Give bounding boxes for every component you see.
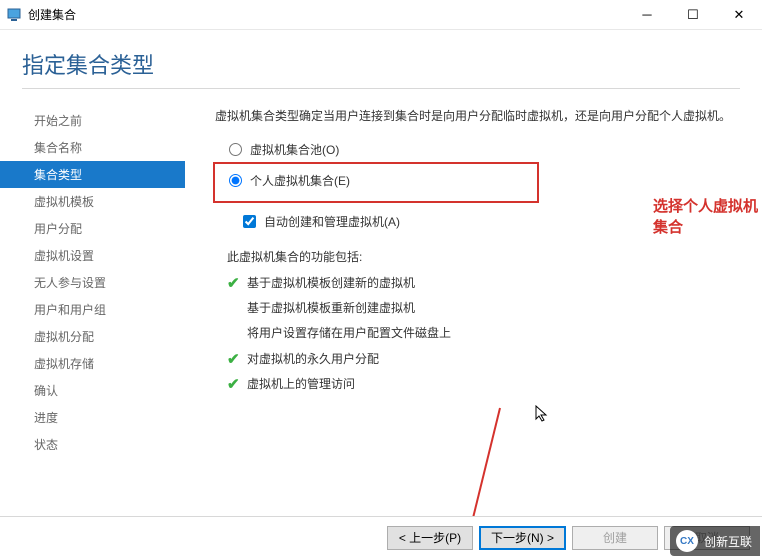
sidebar-step[interactable]: 虚拟机设置 — [0, 242, 185, 269]
window-controls: ─ ☐ ✕ — [624, 0, 762, 30]
auto-create-label: 自动创建和管理虚拟机(A) — [264, 213, 400, 230]
sidebar-step[interactable]: 无人参与设置 — [0, 269, 185, 296]
minimize-button[interactable]: ─ — [624, 0, 670, 30]
window-title: 创建集合 — [28, 6, 624, 23]
feature-item: ✔基于虚拟机模板创建新的虚拟机 — [227, 271, 742, 296]
page-title: 指定集合类型 — [22, 48, 740, 80]
feature-text: 基于虚拟机模板重新创建虚拟机 — [247, 299, 415, 318]
radio-personal[interactable] — [229, 174, 242, 187]
sidebar-step[interactable]: 确认 — [0, 377, 185, 404]
collection-type-radio-group: 虚拟机集合池(O) 个人虚拟机集合(E) — [215, 137, 742, 203]
features-title: 此虚拟机集合的功能包括: — [227, 248, 742, 265]
close-button[interactable]: ✕ — [716, 0, 762, 30]
feature-text: 将用户设置存储在用户配置文件磁盘上 — [247, 324, 451, 343]
sidebar-step[interactable]: 用户和用户组 — [0, 296, 185, 323]
wizard-footer: < 上一步(P) 下一步(N) > 创建 取消 — [0, 516, 762, 558]
check-icon: ✔ — [227, 351, 247, 369]
sidebar-step[interactable]: 状态 — [0, 431, 185, 458]
instruction-annotation: 选择个人虚拟机集合 — [653, 195, 762, 237]
check-icon: ✔ — [227, 376, 247, 394]
feature-text: 基于虚拟机模板创建新的虚拟机 — [247, 274, 415, 293]
wizard-steps-sidebar: 开始之前集合名称集合类型虚拟机模板用户分配虚拟机设置无人参与设置用户和用户组虚拟… — [0, 99, 185, 515]
sidebar-step[interactable]: 虚拟机模板 — [0, 188, 185, 215]
feature-text: 虚拟机上的管理访问 — [247, 375, 355, 394]
header-divider — [22, 88, 740, 89]
feature-item: 基于虚拟机模板重新创建虚拟机 — [227, 296, 742, 321]
sidebar-step[interactable]: 集合类型 — [0, 161, 185, 188]
feature-list: ✔基于虚拟机模板创建新的虚拟机基于虚拟机模板重新创建虚拟机将用户设置存储在用户配… — [227, 271, 742, 397]
feature-item: 将用户设置存储在用户配置文件磁盘上 — [227, 321, 742, 346]
check-icon: ✔ — [227, 275, 247, 293]
feature-text: 对虚拟机的永久用户分配 — [247, 350, 379, 369]
titlebar: 创建集合 ─ ☐ ✕ — [0, 0, 762, 30]
wizard-header: 指定集合类型 — [0, 30, 762, 99]
feature-item: ✔对虚拟机的永久用户分配 — [227, 347, 742, 372]
sidebar-step[interactable]: 集合名称 — [0, 134, 185, 161]
watermark-text: 创新互联 — [704, 533, 752, 550]
radio-personal-row[interactable]: 个人虚拟机集合(E) — [215, 168, 397, 193]
feature-item: ✔虚拟机上的管理访问 — [227, 372, 742, 397]
prev-button[interactable]: < 上一步(P) — [387, 526, 473, 550]
create-button[interactable]: 创建 — [572, 526, 658, 550]
radio-pool-label: 虚拟机集合池(O) — [250, 141, 339, 158]
app-icon — [6, 7, 22, 23]
sidebar-step[interactable]: 进度 — [0, 404, 185, 431]
highlight-annotation-box: 个人虚拟机集合(E) — [213, 162, 539, 203]
radio-pool[interactable] — [229, 143, 242, 156]
sidebar-step[interactable]: 虚拟机分配 — [0, 323, 185, 350]
watermark-logo-icon: CX — [676, 530, 698, 552]
sidebar-step[interactable]: 开始之前 — [0, 107, 185, 134]
maximize-button[interactable]: ☐ — [670, 0, 716, 30]
wizard-content: 虚拟机集合类型确定当用户连接到集合时是向用户分配临时虚拟机，还是向用户分配个人虚… — [185, 99, 762, 515]
auto-create-checkbox[interactable] — [243, 215, 256, 228]
radio-personal-label: 个人虚拟机集合(E) — [250, 172, 350, 189]
sidebar-step[interactable]: 用户分配 — [0, 215, 185, 242]
watermark: CX 创新互联 — [670, 526, 760, 556]
description-text: 虚拟机集合类型确定当用户连接到集合时是向用户分配临时虚拟机，还是向用户分配个人虚… — [215, 107, 742, 125]
next-button[interactable]: 下一步(N) > — [479, 526, 566, 550]
sidebar-step[interactable]: 虚拟机存储 — [0, 350, 185, 377]
radio-pool-row[interactable]: 虚拟机集合池(O) — [215, 137, 742, 162]
